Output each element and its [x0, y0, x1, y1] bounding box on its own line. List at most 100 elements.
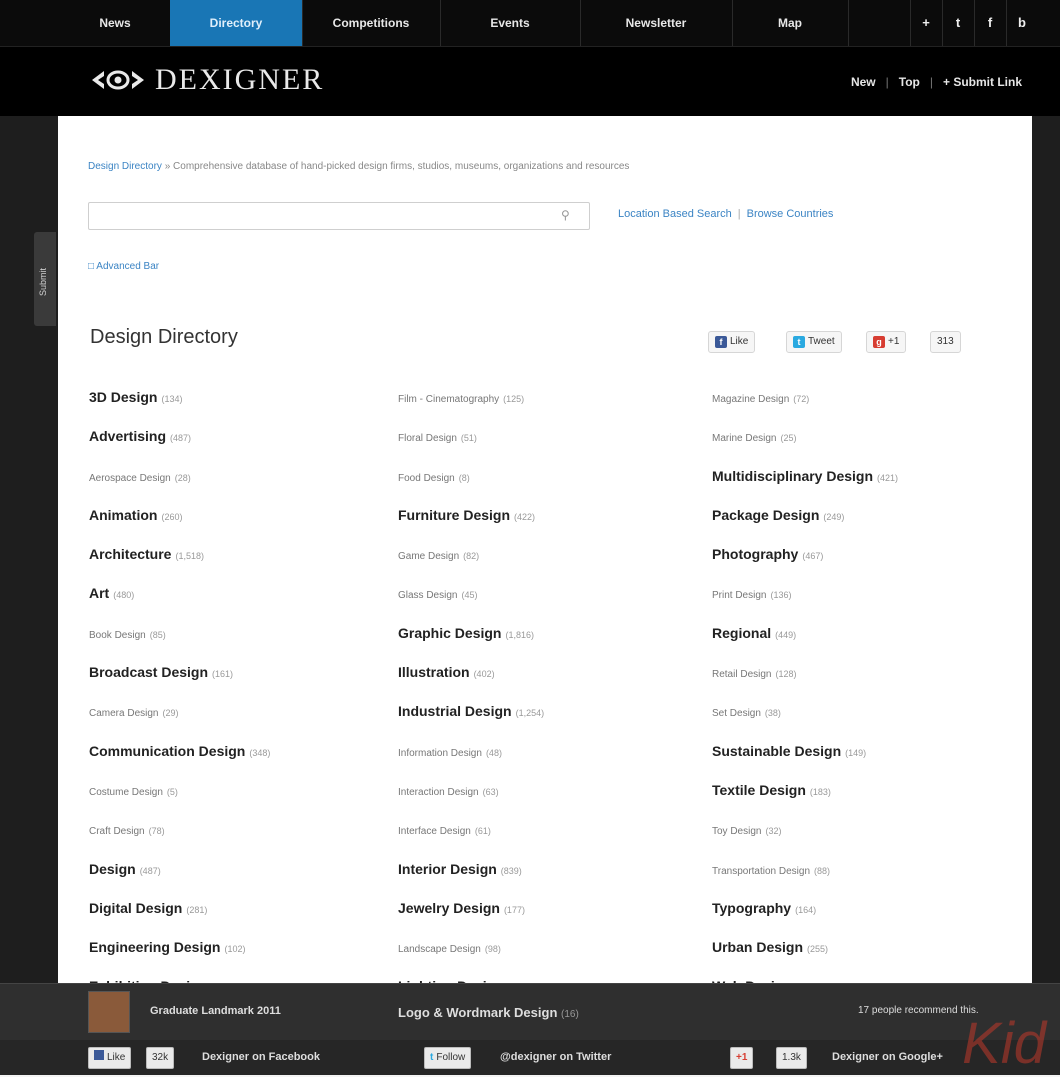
category-link[interactable]: Engineering Design (102)	[89, 939, 389, 978]
directory-panel: Design Directory » Comprehensive databas…	[58, 116, 1032, 994]
category-name: Camera Design	[89, 708, 159, 720]
category-link[interactable]: Multidisciplinary Design (421)	[712, 468, 1012, 507]
category-name: Toy Design	[712, 826, 762, 838]
category-link[interactable]: Information Design (48)	[398, 743, 698, 782]
category-link[interactable]: Floral Design (51)	[398, 428, 698, 467]
category-link[interactable]: Industrial Design (1,254)	[398, 703, 698, 742]
facebook-like-button[interactable]: f Like	[708, 331, 756, 353]
category-link[interactable]: Graphic Design (1,816)	[398, 625, 698, 664]
footer-facebook-like[interactable]: Like	[88, 1047, 132, 1069]
location-search-link[interactable]: Location Based Search	[618, 208, 732, 220]
category-count: (82)	[463, 551, 480, 562]
twitter-icon[interactable]: t	[942, 0, 973, 46]
category-link[interactable]: Retail Design (128)	[712, 664, 1012, 703]
category-link[interactable]: Set Design (38)	[712, 703, 1012, 742]
twitter-page-link[interactable]: @dexigner on Twitter	[500, 1051, 611, 1063]
category-link[interactable]: Glass Design (45)	[398, 585, 698, 624]
category-link[interactable]: Landscape Design (98)	[398, 939, 698, 978]
googleplus-page-link[interactable]: Dexigner on Google+	[832, 1051, 943, 1063]
gplus-button[interactable]: g +1	[866, 331, 907, 353]
category-link[interactable]: Camera Design (29)	[89, 703, 389, 742]
category-link[interactable]: Interface Design (61)	[398, 821, 698, 860]
browse-countries-link[interactable]: Browse Countries	[747, 208, 834, 220]
category-link[interactable]: Craft Design (78)	[89, 821, 389, 860]
category-link[interactable]: 3D Design (134)	[89, 389, 389, 428]
category-link[interactable]: Advertising (487)	[89, 428, 389, 467]
top-nav: News Directory Competitions Events Newsl…	[0, 0, 1060, 46]
tweet-label: Tweet	[808, 336, 835, 347]
category-link[interactable]: Furniture Design (422)	[398, 507, 698, 546]
category-link[interactable]: Print Design (136)	[712, 585, 1012, 624]
category-link[interactable]: Food Design (8)	[398, 468, 698, 507]
category-link[interactable]: Costume Design (5)	[89, 782, 389, 821]
footer-follow-button[interactable]: t Follow	[424, 1047, 472, 1069]
nav-competitions[interactable]: Competitions	[302, 0, 441, 46]
gplus-count: 1.3k	[776, 1047, 807, 1069]
category-link[interactable]: Sustainable Design (149)	[712, 743, 1012, 782]
category-link[interactable]: Interior Design (839)	[398, 861, 698, 900]
category-link[interactable]: Typography (164)	[712, 900, 1012, 939]
category-link[interactable]: Textile Design (183)	[712, 782, 1012, 821]
advanced-bar-link[interactable]: □ Advanced Bar	[88, 261, 159, 272]
category-name: Engineering Design	[89, 939, 221, 956]
category-name: Art	[89, 585, 110, 602]
category-link[interactable]: Broadcast Design (161)	[89, 664, 389, 703]
category-link[interactable]: Aerospace Design (28)	[89, 468, 389, 507]
footer-gplus-button[interactable]: +1	[730, 1047, 754, 1069]
category-link[interactable]: Illustration (402)	[398, 664, 698, 703]
category-link[interactable]: Digital Design (281)	[89, 900, 389, 939]
category-link[interactable]: Animation (260)	[89, 507, 389, 546]
category-link[interactable]: Interaction Design (63)	[398, 782, 698, 821]
search-input[interactable]	[88, 202, 590, 230]
category-link[interactable]: Urban Design (255)	[712, 939, 1012, 978]
nav-map[interactable]: Map	[732, 0, 849, 46]
featured-thumbnail[interactable]	[88, 991, 130, 1033]
category-name: Communication Design	[89, 742, 246, 759]
intro-link[interactable]: Design Directory	[88, 161, 162, 172]
category-link[interactable]: Film - Cinematography (125)	[398, 389, 698, 428]
category-count: (487)	[170, 433, 192, 444]
logo-text[interactable]: DEXIGNER	[155, 63, 324, 97]
tweet-button[interactable]: t Tweet	[786, 331, 842, 353]
search-icon[interactable]: ⚲	[561, 208, 577, 224]
header-link-new[interactable]: New	[851, 75, 876, 89]
feedback-tab[interactable]: Submit	[34, 232, 56, 326]
footer-category[interactable]: Logo & Wordmark Design (16)	[398, 1005, 579, 1020]
facebook-icon[interactable]: f	[974, 0, 1005, 46]
category-link[interactable]: Design (487)	[89, 861, 389, 900]
category-count: (85)	[149, 629, 166, 640]
category-link[interactable]: Photography (467)	[712, 546, 1012, 585]
category-name: Architecture	[89, 546, 172, 563]
category-link[interactable]: Art (480)	[89, 585, 389, 624]
advanced-bar-label: Advanced Bar	[96, 261, 160, 272]
facebook-page-link[interactable]: Dexigner on Facebook	[202, 1051, 320, 1063]
logo-eye-icon[interactable]	[90, 67, 146, 93]
category-link[interactable]: Marine Design (25)	[712, 428, 1012, 467]
category-link[interactable]: Game Design (82)	[398, 546, 698, 585]
category-link[interactable]: Regional (449)	[712, 625, 1012, 664]
header-link-top[interactable]: Top	[899, 75, 920, 89]
footer-bar: Graduate Landmark 2011 Logo & Wordmark D…	[0, 983, 1060, 1075]
category-count: (38)	[764, 708, 781, 719]
category-link[interactable]: Magazine Design (72)	[712, 389, 1012, 428]
nav-directory[interactable]: Directory	[170, 0, 303, 46]
category-count: (136)	[770, 590, 792, 601]
category-count: (281)	[186, 904, 208, 915]
category-link[interactable]: Communication Design (348)	[89, 743, 389, 782]
header-link-submit[interactable]: + Submit Link	[943, 75, 1022, 89]
category-count: (487)	[139, 865, 161, 876]
category-link[interactable]: Architecture (1,518)	[89, 546, 389, 585]
nav-events[interactable]: Events	[440, 0, 581, 46]
category-link[interactable]: Transportation Design (88)	[712, 861, 1012, 900]
featured-title[interactable]: Graduate Landmark 2011	[150, 1005, 281, 1017]
category-count: (134)	[161, 394, 183, 404]
nav-news[interactable]: News	[60, 0, 171, 46]
category-link[interactable]: Package Design (249)	[712, 507, 1012, 546]
category-link[interactable]: Toy Design (32)	[712, 821, 1012, 860]
nav-newsletter[interactable]: Newsletter	[580, 0, 733, 46]
category-count: (348)	[249, 747, 271, 758]
category-link[interactable]: Jewelry Design (177)	[398, 900, 698, 939]
blog-icon[interactable]: b	[1006, 0, 1037, 46]
category-link[interactable]: Book Design (85)	[89, 625, 389, 664]
plus-icon[interactable]: +	[910, 0, 941, 46]
